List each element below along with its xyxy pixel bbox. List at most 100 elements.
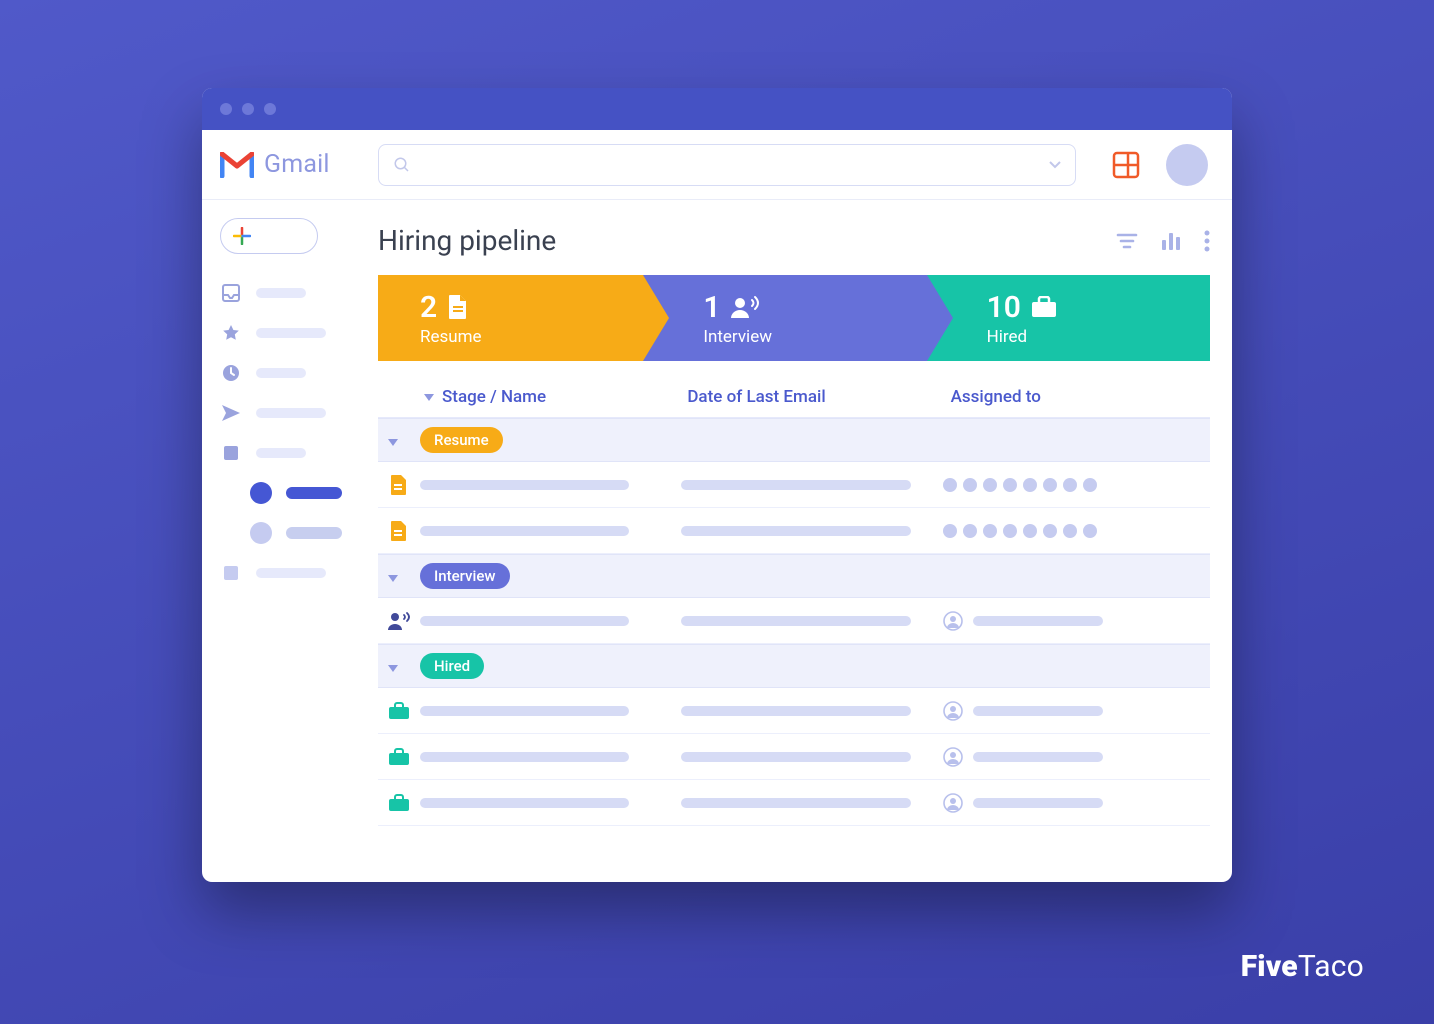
- search-box[interactable]: [378, 144, 1076, 186]
- sidebar-item-snoozed[interactable]: [220, 356, 358, 390]
- column-header-date[interactable]: Date of Last Email: [683, 387, 946, 407]
- cell-date: [681, 616, 911, 626]
- app-logo: Gmail: [220, 150, 362, 179]
- more-vertical-icon[interactable]: [1204, 230, 1210, 252]
- pipeline-stage-interview[interactable]: 1 Interview: [643, 275, 926, 361]
- app-header: Gmail: [202, 130, 1232, 200]
- cell-assigned-dots: [943, 524, 1204, 538]
- cell-date: [681, 752, 911, 762]
- category-dot-icon: [250, 482, 272, 504]
- avatar-icon: [943, 611, 963, 631]
- category-dot-icon: [250, 522, 272, 544]
- table-row[interactable]: [378, 598, 1210, 644]
- caret-down-icon: [378, 431, 420, 450]
- table-row[interactable]: [378, 734, 1210, 780]
- send-icon: [220, 402, 242, 424]
- stage-count: 2: [420, 290, 437, 325]
- sidebar-item-category[interactable]: [220, 436, 358, 470]
- table-row[interactable]: [378, 780, 1210, 826]
- group-pill: Interview: [420, 563, 510, 589]
- app-window: Gmail: [202, 88, 1232, 882]
- cell-date: [681, 480, 911, 490]
- cell-assigned-dots: [943, 478, 1204, 492]
- cell-name: [420, 480, 629, 490]
- sidebar-item-label: [256, 328, 326, 338]
- cell-assigned: [943, 747, 1204, 767]
- table-row[interactable]: [378, 688, 1210, 734]
- compose-button[interactable]: [220, 218, 318, 254]
- table-header-row: Stage / Name Date of Last Email Assigned…: [378, 369, 1210, 418]
- filter-icon[interactable]: [1116, 231, 1138, 251]
- traffic-light-max[interactable]: [264, 103, 276, 115]
- app-name: Gmail: [264, 150, 330, 179]
- avatar-icon: [943, 793, 963, 813]
- main-content: Hiring pipeline 2: [370, 200, 1232, 882]
- window-titlebar: [202, 88, 1232, 130]
- table-row[interactable]: [378, 508, 1210, 554]
- group-header-hired[interactable]: Hired: [378, 644, 1210, 688]
- column-header-assigned[interactable]: Assigned to: [947, 387, 1210, 407]
- sidebar: [202, 200, 370, 882]
- watermark-light: Taco: [1298, 949, 1364, 984]
- traffic-light-close[interactable]: [220, 103, 232, 115]
- sidebar-item-label: [256, 408, 326, 418]
- caret-down-icon: [424, 394, 434, 401]
- cell-name: [420, 752, 629, 762]
- pipeline-table: Stage / Name Date of Last Email Assigned…: [378, 369, 1210, 826]
- briefcase-icon: [1031, 296, 1057, 318]
- briefcase-icon: [378, 702, 420, 720]
- plus-icon: [233, 227, 251, 245]
- person-speaking-icon: [730, 295, 760, 319]
- sidebar-subitem-active[interactable]: [220, 476, 358, 510]
- column-header-stage[interactable]: Stage / Name: [420, 387, 683, 407]
- clock-icon: [220, 362, 242, 384]
- account-avatar[interactable]: [1166, 144, 1208, 186]
- sidebar-item-inbox[interactable]: [220, 276, 358, 310]
- sidebar-subitem[interactable]: [220, 516, 358, 550]
- sidebar-item-label: [256, 448, 306, 458]
- sidebar-item-more[interactable]: [220, 556, 358, 590]
- stage-label: Interview: [703, 327, 926, 347]
- cell-date: [681, 706, 911, 716]
- stage-count: 10: [987, 290, 1021, 325]
- page-title: Hiring pipeline: [378, 224, 1116, 257]
- caret-down-icon: [378, 567, 420, 586]
- stage-label: Resume: [420, 327, 643, 347]
- avatar-icon: [943, 747, 963, 767]
- column-label: Stage / Name: [442, 387, 546, 407]
- document-icon: [378, 474, 420, 496]
- chart-icon[interactable]: [1160, 231, 1182, 251]
- traffic-light-min[interactable]: [242, 103, 254, 115]
- sidebar-item-label: [286, 487, 342, 499]
- square-icon: [220, 562, 242, 584]
- search-icon: [393, 156, 411, 174]
- document-icon: [447, 294, 469, 320]
- cell-name: [420, 706, 629, 716]
- gmail-logo-icon: [220, 152, 254, 178]
- pipeline-stage-hired[interactable]: 10 Hired: [927, 275, 1210, 361]
- search-dropdown-icon[interactable]: [1049, 161, 1061, 169]
- document-icon: [378, 520, 420, 542]
- cell-name: [420, 526, 629, 536]
- cell-assigned: [943, 611, 1204, 631]
- sidebar-item-starred[interactable]: [220, 316, 358, 350]
- group-header-resume[interactable]: Resume: [378, 418, 1210, 462]
- grid-icon: [1112, 151, 1140, 179]
- watermark: FiveTaco: [1241, 949, 1364, 984]
- avatar-icon: [943, 701, 963, 721]
- sidebar-item-sent[interactable]: [220, 396, 358, 430]
- square-icon: [220, 442, 242, 464]
- briefcase-icon: [378, 748, 420, 766]
- search-input[interactable]: [421, 156, 1039, 174]
- sidebar-item-label: [286, 527, 342, 539]
- sidebar-item-label: [256, 568, 326, 578]
- stage-count: 1: [703, 290, 720, 325]
- sidebar-item-label: [256, 368, 306, 378]
- star-icon: [220, 322, 242, 344]
- app-switcher-button[interactable]: [1110, 149, 1142, 181]
- pipeline-stage-resume[interactable]: 2 Resume: [378, 275, 643, 361]
- cell-date: [681, 526, 911, 536]
- group-header-interview[interactable]: Interview: [378, 554, 1210, 598]
- table-row[interactable]: [378, 462, 1210, 508]
- stage-label: Hired: [987, 327, 1210, 347]
